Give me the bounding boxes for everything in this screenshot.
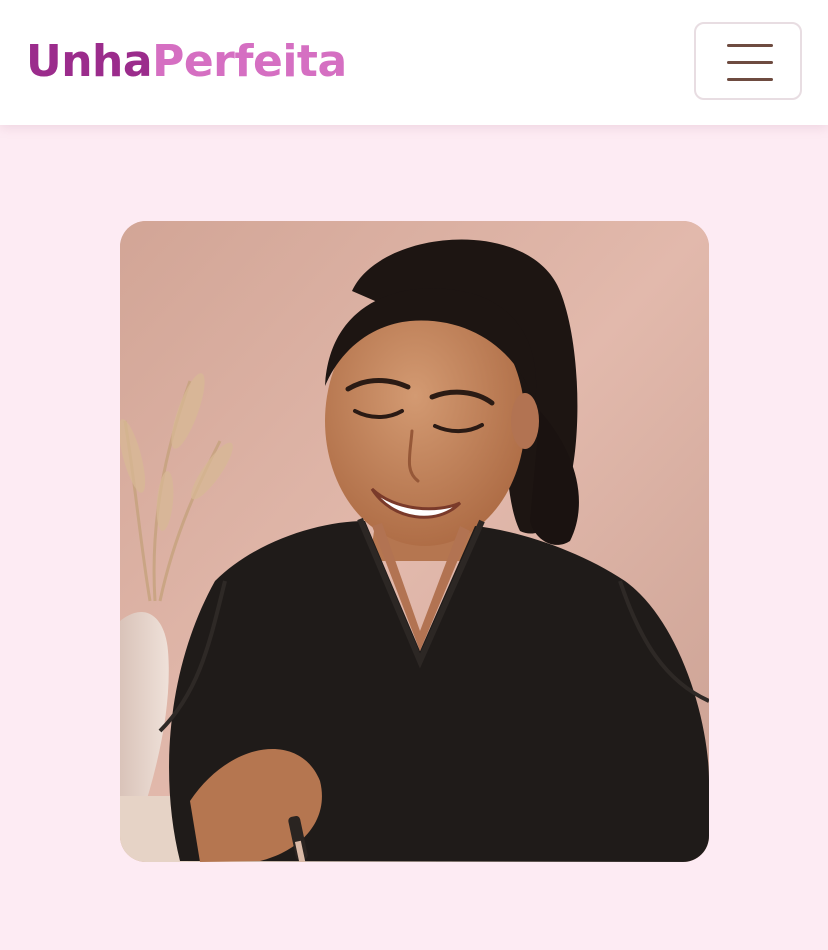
logo-text-secondary: Perfeita	[152, 36, 347, 87]
logo-text-primary: Unha	[26, 36, 153, 87]
brand-logo[interactable]: UnhaPerfeita	[26, 34, 347, 90]
site-header: UnhaPerfeita	[0, 0, 828, 125]
menu-toggle-button[interactable]	[694, 22, 802, 100]
hero-image	[120, 221, 709, 862]
manicurist-portrait-image	[120, 221, 709, 862]
